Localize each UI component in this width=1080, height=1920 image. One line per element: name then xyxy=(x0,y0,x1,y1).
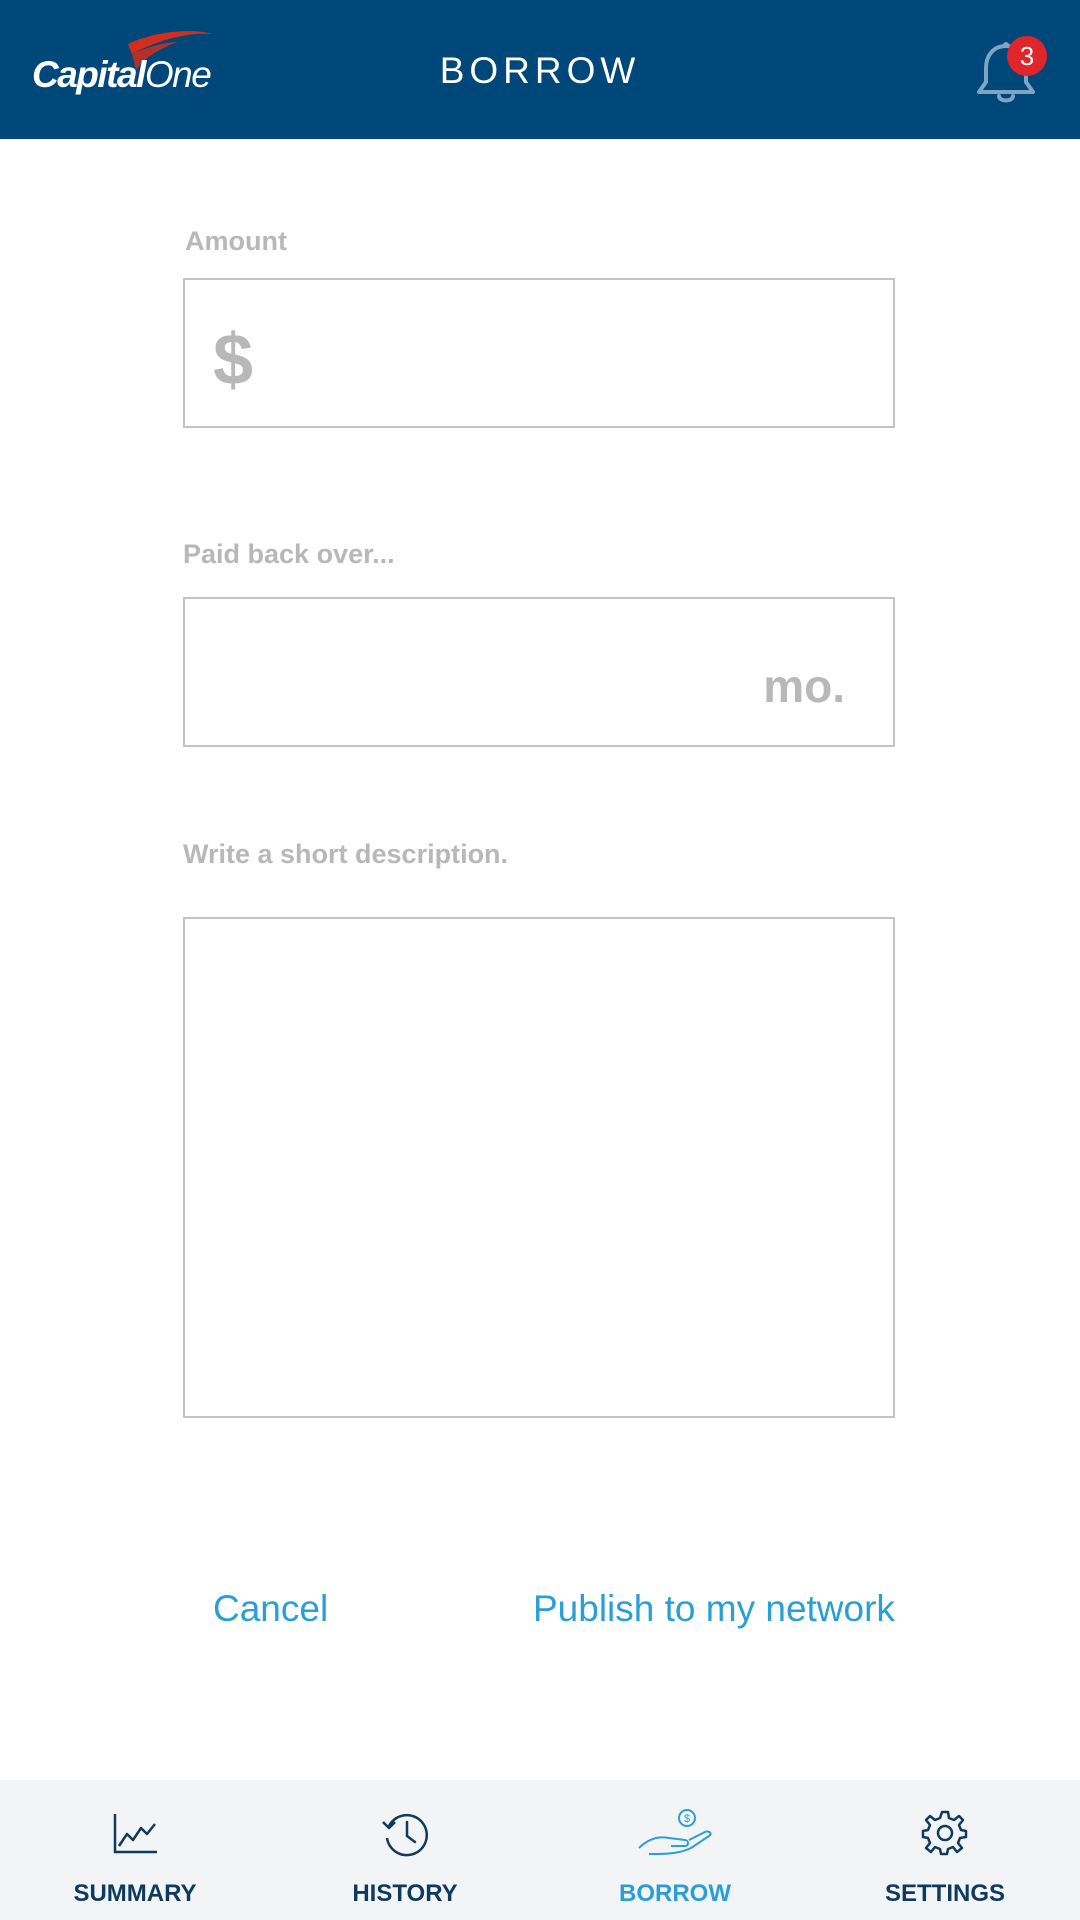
history-clock-icon xyxy=(382,1813,428,1857)
cancel-button[interactable]: Cancel xyxy=(213,1588,328,1630)
borrow-screen: CapitalOne BORROW 3 Amount $ Paid back o… xyxy=(0,0,1080,1920)
nav-label-borrow: BORROW xyxy=(619,1880,731,1907)
nav-label-summary: SUMMARY xyxy=(73,1880,197,1907)
gear-icon xyxy=(921,1810,968,1856)
bottom-navigation: SUMMARY HISTORY $ BORROW SETTINGS xyxy=(0,1780,1080,1920)
notification-count-badge[interactable]: 3 xyxy=(1007,36,1047,76)
amount-label: Amount xyxy=(185,226,287,256)
months-suffix: mo. xyxy=(763,660,845,712)
nav-label-settings: SETTINGS xyxy=(884,1880,1005,1907)
payback-label: Paid back over... xyxy=(183,539,395,569)
currency-prefix: $ xyxy=(213,320,254,400)
nav-item-borrow[interactable]: $ BORROW xyxy=(540,1780,810,1920)
nav-item-summary[interactable]: SUMMARY xyxy=(0,1780,270,1920)
app-header: CapitalOne BORROW 3 xyxy=(0,0,1080,139)
nav-item-settings[interactable]: SETTINGS xyxy=(810,1780,1080,1920)
page-title: BORROW xyxy=(439,50,641,91)
payback-months-input[interactable]: mo. xyxy=(183,597,895,747)
description-textarea[interactable] xyxy=(183,917,895,1418)
publish-button[interactable]: Publish to my network xyxy=(533,1588,895,1630)
coin-dollar-glyph: $ xyxy=(684,1813,690,1825)
nav-label-history: HISTORY xyxy=(352,1880,458,1907)
nav-item-history[interactable]: HISTORY xyxy=(270,1780,540,1920)
amount-input[interactable]: $ xyxy=(183,278,895,428)
description-label: Write a short description. xyxy=(183,839,509,869)
line-chart-icon xyxy=(113,1814,157,1854)
hand-coin-icon: $ xyxy=(638,1809,712,1855)
